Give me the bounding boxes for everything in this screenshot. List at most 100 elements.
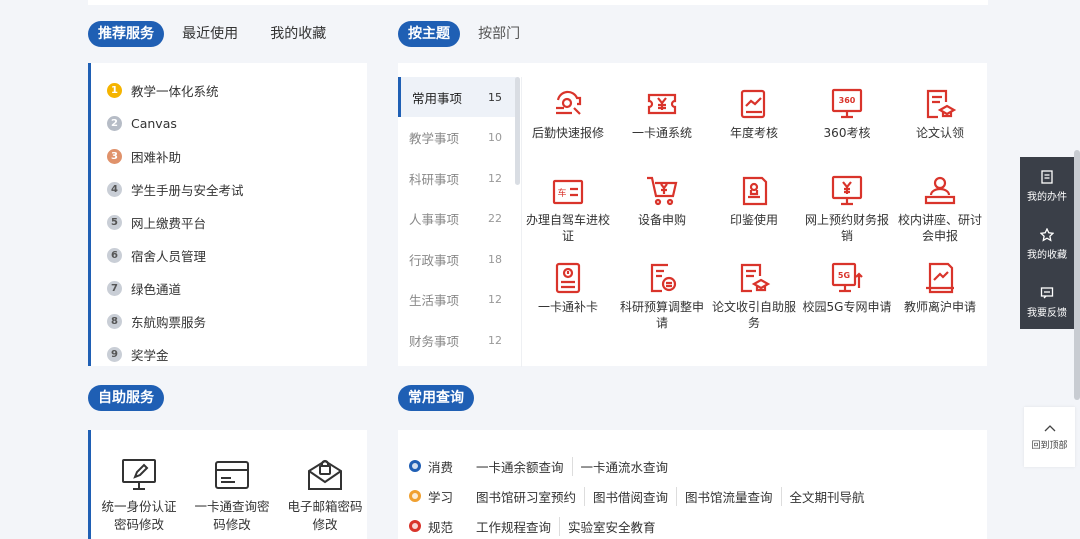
category-item-teaching[interactable]: 教学事项 10 — [398, 117, 516, 157]
service-360-assessment[interactable]: 360 360考核 — [802, 86, 892, 141]
my-favorites-button[interactable]: 我的收藏 — [1020, 228, 1074, 261]
query-category: 消费 — [428, 459, 454, 475]
service-5g-network[interactable]: 5G 校园5G专网申请 — [802, 260, 892, 315]
service-budget-adjust[interactable]: 科研预算调整申请 — [617, 260, 707, 331]
list-item[interactable]: 2 Canvas — [107, 113, 177, 133]
category-count: 10 — [488, 130, 502, 144]
tab-by-department[interactable]: 按部门 — [478, 21, 520, 47]
list-item[interactable]: 1 教学一体化系统 — [107, 80, 219, 100]
self-service-title: 自助服务 — [88, 385, 164, 411]
list-item-label: 困难补助 — [131, 149, 182, 165]
feedback-icon — [1040, 287, 1054, 299]
list-item-label: 绿色通道 — [131, 281, 182, 297]
card-yen-icon — [647, 93, 677, 115]
service-finance-reimburse[interactable]: 网上预约财务报销 — [802, 173, 892, 244]
category-label: 行政事项 — [409, 252, 460, 268]
query-link[interactable]: 图书借阅查询 — [584, 486, 676, 506]
rank-badge: 1 — [107, 82, 122, 98]
consumption-dot-icon — [409, 460, 421, 472]
query-link[interactable]: 一卡通余额查询 — [476, 457, 572, 476]
list-item-label: 学生手册与安全考试 — [131, 182, 244, 198]
card-reissue-icon — [555, 262, 581, 294]
service-lecture-apply[interactable]: 校内讲座、研讨会申报 — [895, 173, 985, 244]
service-paper-claim[interactable]: 论文认领 — [895, 86, 985, 141]
my-tasks-label: 我的办件 — [1027, 192, 1067, 203]
category-item-personnel[interactable]: 人事事项 22 — [398, 198, 516, 238]
list-item[interactable]: 5 网上缴费平台 — [107, 212, 206, 232]
category-item-life[interactable]: 生活事项 12 — [398, 279, 516, 319]
tab-recent[interactable]: 最近使用 — [182, 21, 238, 47]
topic-tabs: 按主题 按部门 — [398, 21, 520, 47]
service-label: 论文认领 — [915, 126, 964, 140]
rank-badge: 3 — [107, 148, 122, 164]
repair-icon — [556, 90, 582, 115]
page-scrollbar[interactable] — [1074, 150, 1080, 400]
list-item[interactable]: 4 学生手册与安全考试 — [107, 179, 244, 199]
query-link[interactable]: 图书馆流量查询 — [676, 486, 781, 506]
query-link[interactable]: 图书馆研习室预约 — [476, 487, 584, 506]
service-label: 网上预约财务报销 — [804, 213, 889, 243]
back-to-top-button[interactable]: 回到顶部 — [1024, 407, 1075, 467]
my-favorites-label: 我的收藏 — [1027, 250, 1067, 261]
service-teacher-leave[interactable]: 教师离沪申请 — [895, 260, 985, 315]
query-link[interactable]: 工作规程查询 — [476, 517, 559, 536]
top-strip — [88, 0, 988, 5]
list-item-label: 奖学金 — [131, 347, 169, 363]
query-link[interactable]: 一卡通流水查询 — [571, 456, 677, 476]
service-equipment-purchase[interactable]: 设备申购 — [617, 173, 707, 228]
5g-icon: 5G — [831, 262, 863, 293]
common-query-panel: 消费 一卡通余额查询 一卡通流水查询 学习 图书馆研习室预约 图书借阅查询 图书… — [398, 430, 987, 539]
service-label: 办理自驾车进校证 — [525, 213, 610, 243]
budget-icon — [650, 263, 677, 293]
category-count: 15 — [488, 90, 502, 104]
feedback-button[interactable]: 我要反馈 — [1020, 286, 1074, 319]
list-item[interactable]: 3 困难补助 — [107, 146, 181, 166]
self-service-panel: 统一身份认证密码修改 一卡通查询密码修改 电子邮箱密码修改 — [88, 430, 367, 539]
service-card-system[interactable]: 一卡通系统 — [617, 86, 707, 141]
category-scrollbar[interactable] — [515, 77, 520, 185]
category-label: 财务事项 — [409, 333, 460, 349]
tab-recommended[interactable]: 推荐服务 — [88, 21, 164, 47]
self-service-card-password[interactable]: 一卡通查询密码修改 — [192, 458, 272, 534]
tab-favorites[interactable]: 我的收藏 — [270, 21, 326, 47]
divider — [521, 77, 522, 367]
list-item[interactable]: 9 奖学金 — [107, 344, 169, 364]
service-citation[interactable]: 论文收引自助服务 — [709, 260, 799, 331]
query-link[interactable]: 全文期刊导航 — [780, 486, 873, 506]
category-count: 18 — [488, 252, 502, 266]
tab-by-topic[interactable]: 按主题 — [398, 21, 460, 47]
service-label: 校园5G专网申请 — [802, 300, 892, 314]
self-service-sso-password[interactable]: 统一身份认证密码修改 — [99, 458, 179, 534]
paper-claim-icon — [926, 89, 957, 119]
category-item-common[interactable]: 常用事项 15 — [398, 77, 516, 117]
360-monitor-icon: 360 — [831, 88, 863, 119]
svg-text:5G: 5G — [838, 271, 850, 280]
category-label: 科研事项 — [409, 171, 460, 187]
category-item-admin[interactable]: 行政事项 18 — [398, 239, 516, 279]
service-label: 教师离沪申请 — [903, 300, 976, 314]
citation-icon — [740, 263, 771, 293]
category-item-research[interactable]: 科研事项 12 — [398, 158, 516, 198]
study-dot-icon — [409, 490, 421, 502]
list-item[interactable]: 7 绿色通道 — [107, 278, 181, 298]
category-item-finance[interactable]: 财务事项 12 — [398, 320, 516, 360]
service-car-pass[interactable]: 车 办理自驾车进校证 — [523, 173, 613, 244]
query-category: 学习 — [428, 489, 454, 505]
list-item[interactable]: 6 宿舍人员管理 — [107, 245, 206, 265]
lecture-icon — [924, 176, 956, 205]
star-icon — [1040, 228, 1054, 242]
service-seal-use[interactable]: 印鉴使用 — [709, 173, 799, 228]
list-item[interactable]: 8 东航购票服务 — [107, 311, 206, 331]
rank-badge: 7 — [107, 280, 122, 296]
my-tasks-button[interactable]: 我的办件 — [1020, 170, 1074, 203]
service-annual-assessment[interactable]: 年度考核 — [709, 86, 799, 141]
service-repair[interactable]: 后勤快速报修 — [523, 86, 613, 141]
self-service-email-password[interactable]: 电子邮箱密码修改 — [285, 458, 365, 534]
service-card-reissue[interactable]: 一卡通补卡 — [523, 260, 613, 315]
chevron-up-icon — [1044, 425, 1055, 432]
rank-badge: 8 — [107, 313, 122, 329]
cart-icon — [647, 176, 678, 206]
floating-toolbar: 我的办件 我的收藏 我要反馈 — [1020, 157, 1074, 329]
query-link[interactable]: 实验室安全教育 — [559, 516, 664, 536]
category-count: 12 — [488, 171, 502, 185]
